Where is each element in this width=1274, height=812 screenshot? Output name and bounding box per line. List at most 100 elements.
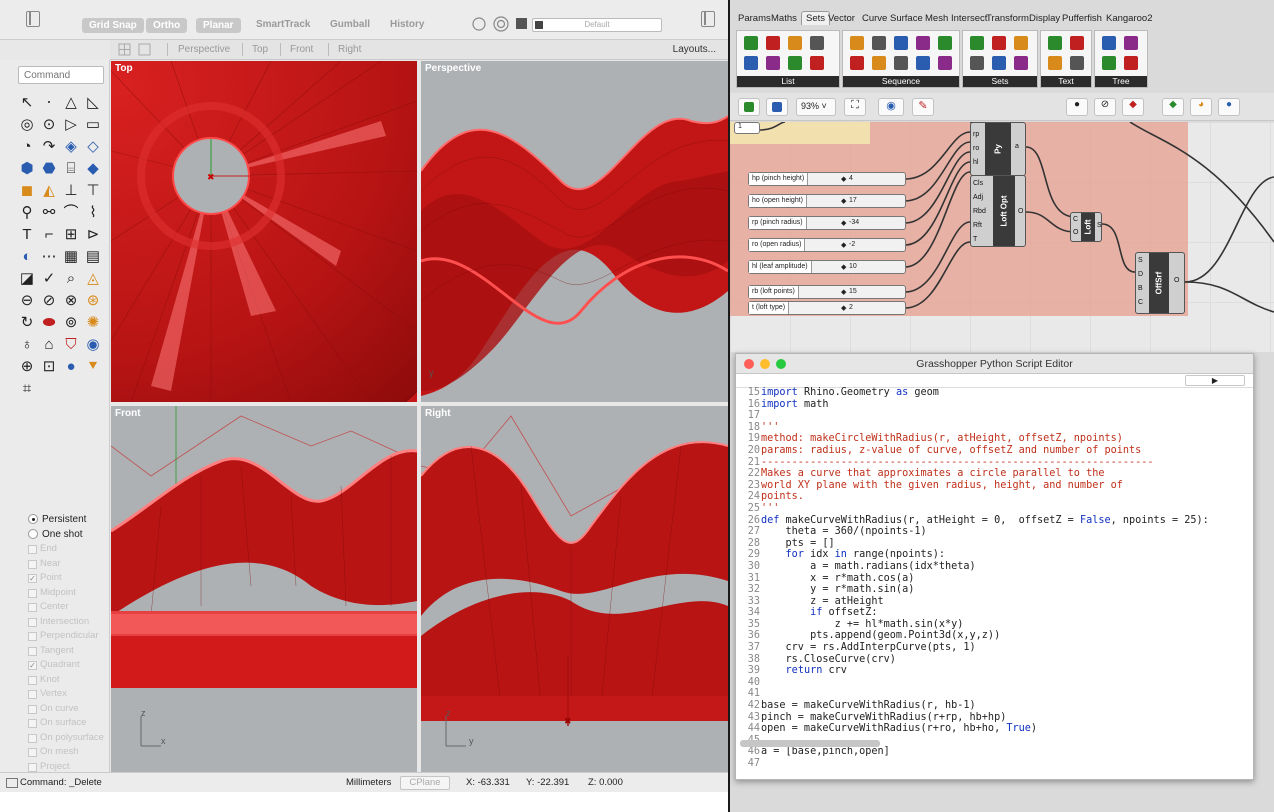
shield-tool-icon[interactable]: ⛉	[60, 334, 82, 356]
component-icon[interactable]	[970, 36, 984, 50]
tab-mesh[interactable]: Mesh	[925, 13, 948, 24]
python-component[interactable]: Py rp ro hl a	[970, 122, 1026, 176]
smarttrack-toggle[interactable]: SmartTrack	[256, 19, 310, 30]
offsrf-port-s[interactable]: S	[1138, 257, 1143, 264]
component-icon[interactable]	[1048, 36, 1062, 50]
viewport-layout-icons[interactable]	[118, 43, 152, 57]
move-tool-icon[interactable]: ⊥	[60, 180, 82, 202]
arc-tool-icon[interactable]: ◔	[16, 136, 38, 158]
sketch-icon[interactable]: ✎	[912, 98, 934, 116]
preview-eye-icon[interactable]: ◉	[878, 98, 904, 116]
tab-display[interactable]: Display	[1029, 13, 1060, 24]
osnap-item[interactable]: ✓ Quadrant	[28, 658, 110, 673]
grid-snap-toggle[interactable]: Grid Snap	[82, 18, 144, 33]
component-icon[interactable]	[894, 36, 908, 50]
osnap-item[interactable]: On curve	[28, 702, 110, 717]
viewport-front[interactable]: Front z x	[111, 406, 417, 772]
tab-transform[interactable]: Transform	[986, 13, 1029, 24]
offset-surface-component[interactable]: OffSrf S D B C O	[1135, 252, 1185, 314]
component-icon[interactable]	[872, 36, 886, 50]
target-tool-icon[interactable]: ⊕	[16, 356, 38, 378]
component-icon[interactable]	[1048, 56, 1062, 70]
osnap-item[interactable]: Near	[28, 557, 110, 572]
tab-params[interactable]: Params	[738, 13, 771, 24]
component-icon[interactable]	[992, 56, 1006, 70]
component-icon[interactable]	[916, 36, 930, 50]
trim-tool-icon[interactable]: ⌇	[82, 202, 104, 224]
zoom-window-icon[interactable]: ⊘	[38, 290, 60, 312]
osnap-checkbox[interactable]: ✓	[28, 574, 37, 583]
loft-port-c[interactable]: C	[1073, 216, 1078, 223]
osnap-item[interactable]: Intersection	[28, 615, 110, 630]
transform-tool-icon[interactable]: ◪	[16, 268, 38, 290]
component-icon[interactable]	[938, 36, 952, 50]
selected-preview-icon[interactable]: ◆	[1162, 98, 1184, 116]
offsrf-port-d[interactable]: D	[1138, 271, 1143, 278]
loft-component[interactable]: Loft C O S	[1070, 212, 1102, 242]
component-icon[interactable]	[1014, 56, 1028, 70]
ellipse-tool-icon[interactable]: ⊙	[38, 114, 60, 136]
number-slider[interactable]: ro (open radius) ◆ -2	[748, 238, 906, 252]
close-window-icon[interactable]	[744, 359, 754, 369]
component-icon[interactable]	[1070, 56, 1084, 70]
play-icon[interactable]: ▶	[1185, 375, 1245, 386]
open-file-icon[interactable]	[738, 98, 760, 116]
offsrf-port-c[interactable]: C	[1138, 299, 1143, 306]
code-area[interactable]: 15import Rhino.Geometry as geom 16import …	[736, 387, 1254, 781]
zoom-tool-icon[interactable]: ⌕	[60, 268, 82, 290]
tab-perspective[interactable]: Perspective	[178, 44, 230, 55]
component-icon[interactable]	[916, 56, 930, 70]
python-port-hl[interactable]: hl	[973, 159, 978, 166]
slider-grip-icon[interactable]: ◆	[841, 288, 846, 296]
osnap-checkbox[interactable]	[28, 675, 37, 685]
shaded-preview-icon[interactable]: ◆	[1122, 98, 1144, 116]
command-input[interactable]	[18, 66, 104, 84]
number-slider[interactable]: rb (loft points) ◆ 15	[748, 285, 906, 299]
polygon-tool-icon[interactable]: ▷	[60, 114, 82, 136]
component-icon[interactable]	[744, 56, 758, 70]
cplane-selector[interactable]: CPlane	[400, 776, 450, 790]
pencil-tool-icon[interactable]: ⯆	[82, 356, 104, 378]
zoom-selector[interactable]: 93% ˅	[796, 98, 836, 116]
cylinder-tool-icon[interactable]: ⌸	[60, 158, 82, 180]
osnap-item[interactable]: On polysurface	[28, 731, 110, 746]
component-icon[interactable]	[938, 56, 952, 70]
command-history-icon[interactable]	[6, 778, 18, 788]
hatch-tool-icon[interactable]: ▤	[82, 246, 104, 268]
sphere-tool-icon[interactable]: ⬣	[38, 158, 60, 180]
osnap-item[interactable]: Midpoint	[28, 586, 110, 601]
osnap-checkbox[interactable]	[28, 704, 37, 714]
select-tool-icon[interactable]: ↖	[16, 92, 38, 114]
osnap-checkbox[interactable]	[28, 762, 37, 772]
tab-top[interactable]: Top	[252, 44, 268, 55]
component-icon[interactable]	[850, 36, 864, 50]
component-icon[interactable]	[872, 56, 886, 70]
sidebar-toggle-icon[interactable]	[26, 11, 40, 27]
loft-port-s[interactable]: S	[1097, 222, 1102, 229]
offsrf-port-o[interactable]: O	[1174, 277, 1179, 284]
viewport-tool-icon[interactable]: ⊡	[38, 356, 60, 378]
component-icon[interactable]	[1124, 36, 1138, 50]
bulb-tool-icon[interactable]: ♁	[16, 334, 38, 356]
osnap-checkbox[interactable]	[28, 646, 37, 656]
point-tool-icon[interactable]: ⋅	[38, 92, 60, 114]
one-shot-radio[interactable]: One shot	[28, 527, 110, 542]
python-port-rp[interactable]: rp	[973, 131, 979, 138]
loft-options-component[interactable]: Loft Opt Cls Adj Rbd Rft T O	[970, 175, 1026, 247]
component-icon[interactable]	[766, 56, 780, 70]
grid-tool-icon[interactable]: ⊞	[60, 224, 82, 246]
osnap-checkbox[interactable]	[28, 690, 37, 699]
text-tool-icon[interactable]: T	[16, 224, 38, 246]
curve-tool-icon[interactable]: ◺	[82, 92, 104, 114]
osnap-checkbox[interactable]: ✓	[28, 661, 37, 670]
rectangle-tool-icon[interactable]: ▭	[82, 114, 104, 136]
slider-grip-icon[interactable]: ◆	[841, 263, 846, 271]
walk-tool-icon[interactable]: ⊚	[60, 312, 82, 334]
osnap-checkbox[interactable]	[28, 748, 37, 757]
zoom-extents-icon[interactable]: ⛶	[844, 98, 866, 116]
box-tool-icon[interactable]: ⬢	[16, 158, 38, 180]
python-port-a[interactable]: a	[1015, 143, 1019, 150]
tab-intersect[interactable]: Intersect	[951, 13, 987, 24]
osnap-checkbox[interactable]	[28, 719, 37, 728]
minimize-window-icon[interactable]	[760, 359, 770, 369]
